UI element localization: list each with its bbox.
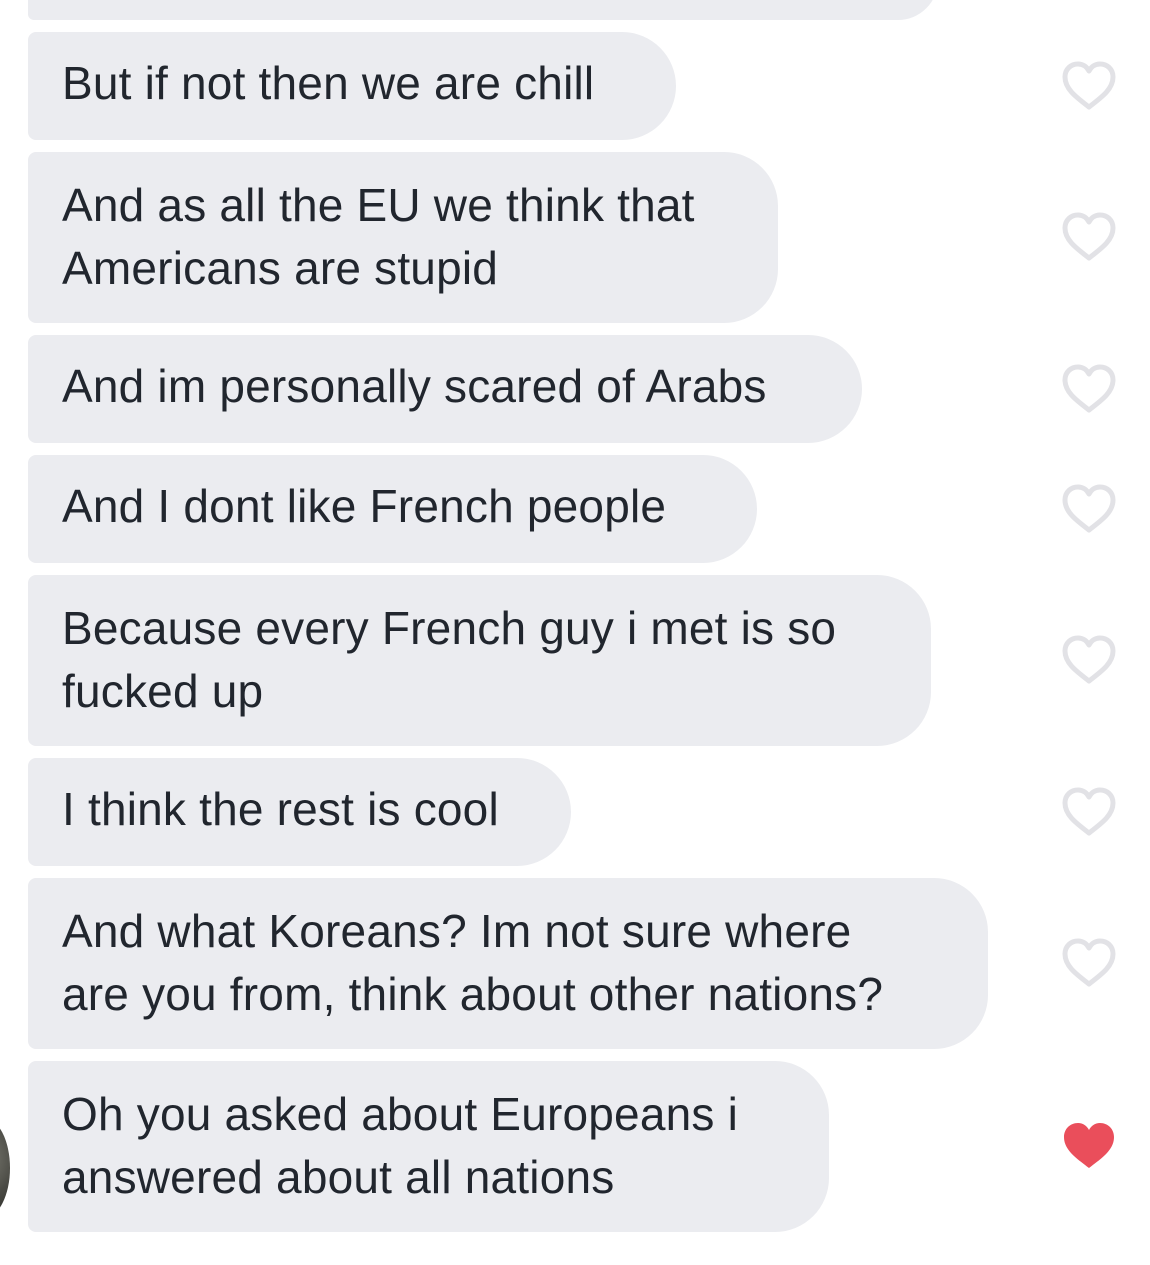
message-text: answered about all nations [62, 1151, 615, 1203]
message-bubble[interactable]: And im personally scared of Arabs [28, 335, 862, 443]
message-bubble[interactable]: Oh you asked about Europeans i answered … [28, 1061, 829, 1232]
heart-filled-icon [1064, 1123, 1114, 1168]
message-bubble[interactable]: And as all the EU we think that American… [28, 152, 778, 323]
message-text: Oh you asked about Europeans i [62, 1088, 739, 1140]
heart-outline-icon [1062, 364, 1116, 413]
like-button[interactable] [1061, 60, 1117, 112]
message-bubble[interactable]: And what Koreans? Im not sure where are … [28, 878, 988, 1049]
like-button[interactable] [1061, 483, 1117, 535]
message-text: And as all the EU we think that [62, 179, 695, 231]
heart-outline-icon [1062, 787, 1116, 836]
message-bubble[interactable]: But if not then we are chill [28, 32, 676, 140]
heart-outline-icon [1062, 484, 1116, 533]
heart-outline-icon [1062, 212, 1116, 261]
message-text: Americans are stupid [62, 242, 499, 294]
message-text: But if not then we are chill [62, 57, 595, 109]
message-bubble-partial [28, 0, 938, 20]
message-bubble[interactable]: And I dont like French people [28, 455, 757, 563]
message-bubble[interactable]: I think the rest is cool [28, 758, 571, 866]
message-text: I think the rest is cool [62, 783, 499, 835]
heart-outline-icon [1062, 635, 1116, 684]
like-button[interactable] [1061, 634, 1117, 686]
like-button[interactable] [1061, 363, 1117, 415]
message-text: are you from, think about other nations? [62, 968, 884, 1020]
heart-outline-icon [1062, 61, 1116, 110]
message-text: fucked up [62, 665, 264, 717]
message-text: And im personally scared of Arabs [62, 360, 767, 412]
like-button[interactable] [1061, 937, 1117, 989]
message-text: Because every French guy i met is so [62, 602, 837, 654]
message-bubble[interactable]: Because every French guy i met is so fuc… [28, 575, 931, 746]
like-button[interactable] [1061, 211, 1117, 263]
message-text: And what Koreans? Im not sure where [62, 905, 852, 957]
like-button[interactable] [1061, 786, 1117, 838]
liked-button[interactable] [1061, 1120, 1117, 1172]
heart-outline-icon [1062, 938, 1116, 987]
message-text: And I dont like French people [62, 480, 667, 532]
avatar[interactable] [0, 1118, 10, 1218]
